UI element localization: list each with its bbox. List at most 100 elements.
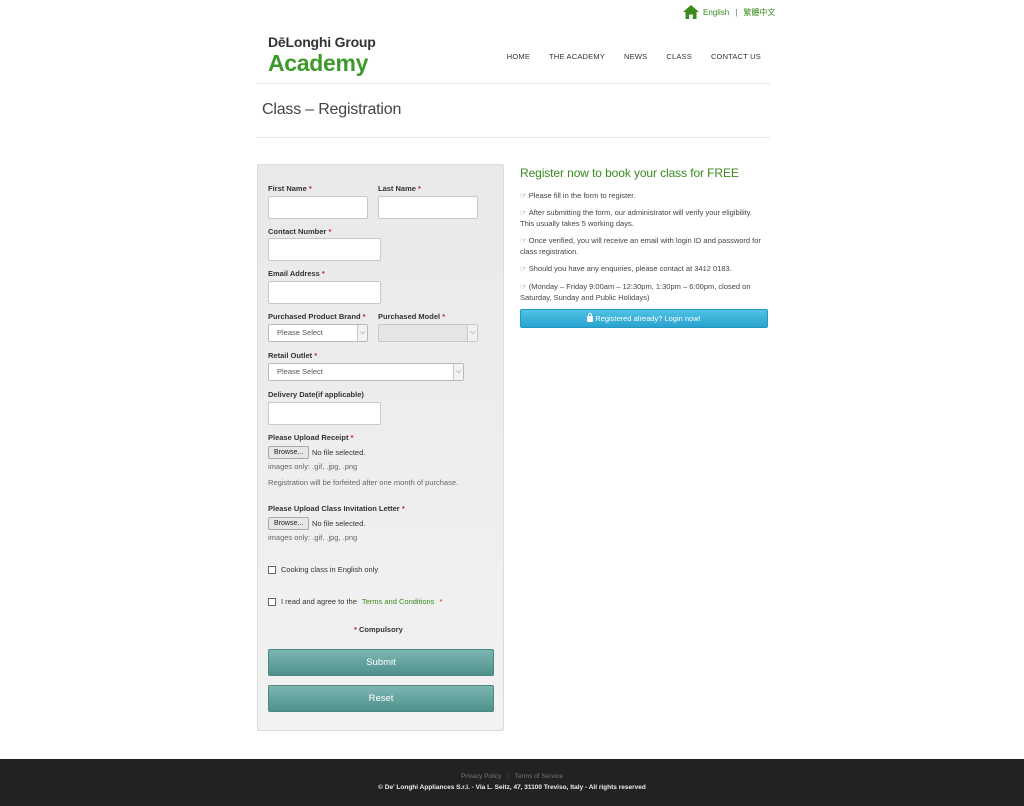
logo[interactable]: DēLonghi Group Academy	[268, 34, 376, 75]
registration-info: Register now to book your class for FREE…	[520, 164, 770, 328]
nav-class[interactable]: CLASS	[666, 52, 692, 61]
email-label-text: Email Address	[268, 269, 320, 278]
info-item: ☞ Should you have any enquiries, please c…	[520, 264, 768, 275]
header-divider	[256, 83, 770, 84]
brand-select[interactable]: Please Select ⌵	[268, 324, 368, 342]
contact-number-label: Contact Number *	[268, 227, 331, 236]
contact-number-input[interactable]	[268, 238, 381, 261]
chevron-down-icon: ⌵	[453, 364, 463, 380]
info-heading: Register now to book your class for FREE	[520, 166, 739, 180]
lang-chinese-link[interactable]: 繁體中文	[743, 7, 775, 18]
required-marker: *	[314, 351, 318, 360]
delivery-date-input[interactable]	[268, 402, 381, 425]
info-item: ☞ After submitting the form, our administ…	[520, 208, 768, 229]
receipt-file-types-hint: images only: .gif, .jpg, .png	[268, 462, 358, 471]
login-button[interactable]: Registered already? Login now!	[520, 309, 768, 328]
delivery-date-label: Delivery Date(if applicable)	[268, 390, 364, 399]
pointing-hand-icon: ☞	[520, 236, 527, 245]
brand-label-text: Purchased Product Brand	[268, 312, 361, 321]
nav-home[interactable]: HOME	[507, 52, 530, 61]
info-item: ☞ (Monday – Friday 9:00am – 12:30pm, 1:30…	[520, 282, 768, 303]
privacy-policy-link[interactable]: Privacy Policy	[461, 773, 501, 780]
lang-english-link[interactable]: English	[703, 8, 729, 17]
terms-agreement-checkbox[interactable]	[268, 597, 276, 606]
model-label: Purchased Model *	[378, 312, 445, 321]
nav-the-academy[interactable]: THE ACADEMY	[549, 52, 605, 61]
submit-button[interactable]: Submit	[268, 649, 494, 676]
info-item-text: Should you have any enquiries, please co…	[528, 264, 732, 273]
required-marker: *	[354, 625, 357, 634]
main-nav: HOME THE ACADEMY NEWS CLASS CONTACT US	[507, 52, 761, 61]
chevron-down-icon: ⌵	[357, 325, 367, 341]
retail-outlet-select[interactable]: Please Select ⌵	[268, 363, 464, 381]
invitation-file-types-hint: images only: .gif, .jpg, .png	[268, 533, 358, 542]
first-name-label: First Name *	[268, 184, 312, 193]
footer: Privacy Policy | Terms of Service © De' …	[0, 759, 1024, 806]
upload-invitation-label: Please Upload Class Invitation Letter *	[268, 504, 405, 513]
login-button-label: Registered already? Login now!	[595, 314, 701, 323]
info-item-text: (Monday – Friday 9:00am – 12:30pm, 1:30p…	[520, 282, 751, 302]
compulsory-note-text: Compulsory	[359, 625, 403, 634]
pointing-hand-icon: ☞	[520, 264, 527, 273]
info-item-text: Please fill in the form to register.	[528, 191, 636, 200]
pointing-hand-icon: ☞	[520, 208, 527, 217]
language-bar: English | 繁體中文	[683, 5, 775, 19]
brand-label: Purchased Product Brand *	[268, 312, 366, 321]
upload-receipt-label: Please Upload Receipt *	[268, 433, 353, 442]
forfeit-note: Registration will be forfeited after one…	[268, 478, 459, 487]
info-item-text: Once verified, you will receive an email…	[520, 236, 761, 256]
email-input[interactable]	[268, 281, 381, 304]
required-marker: *	[442, 312, 446, 321]
model-select[interactable]: ⌵	[378, 324, 478, 342]
last-name-label: Last Name *	[378, 184, 421, 193]
home-icon[interactable]	[683, 5, 699, 19]
receipt-browse-button[interactable]: Browse...	[268, 446, 310, 459]
required-marker: *	[439, 597, 443, 606]
info-item: ☞ Please fill in the form to register.	[520, 191, 768, 202]
terms-of-service-link[interactable]: Terms of Service	[515, 773, 563, 780]
required-marker: *	[401, 504, 405, 513]
required-marker: *	[350, 433, 354, 442]
brand-select-value: Please Select	[277, 328, 323, 337]
upload-invitation-label-text: Please Upload Class Invitation Letter	[268, 504, 400, 513]
cooking-english-option: Cooking class in English only	[268, 565, 378, 574]
pointing-hand-icon: ☞	[520, 191, 527, 200]
required-marker: *	[308, 184, 312, 193]
invitation-file-status: No file selected.	[312, 519, 366, 528]
info-item: ☞ Once verified, you will receive an emai…	[520, 236, 768, 257]
page-title: Class – Registration	[262, 101, 402, 118]
last-name-input[interactable]	[378, 196, 478, 219]
nav-contact-us[interactable]: CONTACT US	[711, 52, 761, 61]
lang-separator: |	[735, 7, 738, 17]
cooking-english-checkbox[interactable]	[268, 565, 276, 574]
upload-receipt-label-text: Please Upload Receipt	[268, 433, 349, 442]
title-divider	[256, 137, 770, 138]
model-label-text: Purchased Model	[378, 312, 441, 321]
footer-separator: |	[507, 773, 509, 780]
contact-number-label-text: Contact Number	[268, 227, 327, 236]
required-marker: *	[328, 227, 332, 236]
receipt-file-status: No file selected.	[312, 448, 366, 457]
retail-outlet-select-value: Please Select	[277, 367, 323, 376]
last-name-label-text: Last Name	[378, 184, 416, 193]
copyright: © De' Longhi Appliances S.r.l. - Via L. …	[378, 784, 646, 791]
footer-links: Privacy Policy | Terms of Service	[0, 773, 1024, 780]
terms-agreement-label: I read and agree to the	[281, 597, 357, 606]
logo-academy: Academy	[268, 50, 369, 76]
terms-agreement-option: I read and agree to the Terms and Condit…	[268, 597, 442, 606]
required-marker: *	[362, 312, 366, 321]
chevron-down-icon: ⌵	[467, 325, 477, 341]
required-marker: *	[321, 269, 325, 278]
first-name-label-text: First Name	[268, 184, 307, 193]
required-marker: *	[418, 184, 421, 193]
terms-and-conditions-link[interactable]: Terms and Conditions	[362, 597, 435, 606]
info-item-text: After submitting the form, our administr…	[520, 208, 753, 228]
retail-outlet-label-text: Retail Outlet	[268, 351, 313, 360]
reset-button[interactable]: Reset	[268, 685, 494, 712]
cooking-english-label: Cooking class in English only	[281, 565, 379, 574]
first-name-input[interactable]	[268, 196, 368, 219]
invitation-browse-button[interactable]: Browse...	[268, 517, 310, 530]
retail-outlet-label: Retail Outlet *	[268, 351, 317, 360]
nav-news[interactable]: NEWS	[624, 52, 647, 61]
pointing-hand-icon: ☞	[520, 282, 527, 291]
